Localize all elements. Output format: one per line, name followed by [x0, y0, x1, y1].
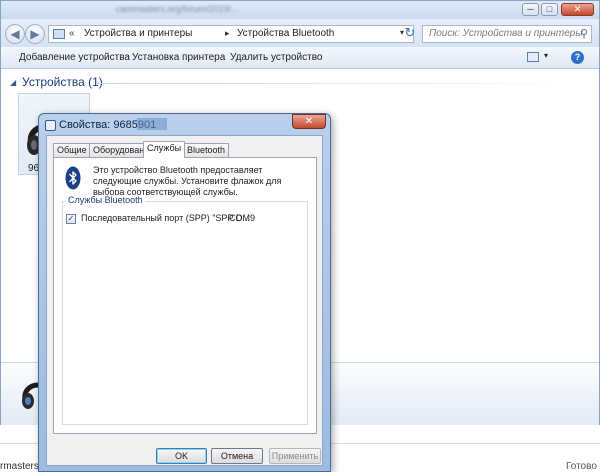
title-bar[interactable]: cammasters.org/forum/2019/... ─ □ ✕	[1, 1, 599, 19]
breadcrumb-overflow-icon[interactable]: «	[69, 28, 75, 39]
breadcrumb-bluetooth-devices[interactable]: Устройства Bluetooth	[237, 28, 334, 39]
dialog-close-button[interactable]: ✕	[292, 114, 326, 129]
devices-group-header[interactable]: Устройства (1)	[22, 75, 103, 89]
remove-device-button[interactable]: Удалить устройство	[230, 52, 322, 63]
tab-general[interactable]: Общие	[53, 143, 91, 157]
apply-button[interactable]: Применить	[269, 448, 321, 464]
add-printer-button[interactable]: Установка принтера	[132, 52, 225, 63]
services-group-label: Службы Bluetooth	[66, 195, 145, 205]
bluetooth-icon	[65, 166, 81, 190]
breadcrumb-separator-icon[interactable]: ▸	[225, 28, 230, 39]
status-text: Готово	[566, 461, 597, 472]
blurred-url: cammasters.org/forum/2019/...	[116, 4, 239, 14]
help-icon[interactable]: ?	[571, 51, 584, 64]
address-bar[interactable]: « Устройства и принтеры ▸ Устройства Blu…	[48, 25, 414, 43]
navigation-bar: ◀ ▶ « Устройства и принтеры ▸ Устройства…	[1, 19, 599, 47]
search-input[interactable]: Поиск: Устройства и принтеры ⚲	[422, 25, 592, 43]
view-dropdown-icon[interactable]: ▾	[544, 51, 548, 60]
tab-bluetooth[interactable]: Bluetooth	[183, 143, 230, 157]
close-button[interactable]: ✕	[561, 3, 594, 16]
group-collapse-icon[interactable]: ◢	[10, 78, 16, 87]
view-options-icon[interactable]	[527, 52, 539, 62]
search-placeholder: Поиск: Устройства и принтеры	[429, 28, 583, 39]
breadcrumb-devices-printers[interactable]: Устройства и принтеры	[84, 28, 192, 39]
maximize-button[interactable]: □	[541, 3, 558, 16]
redacted-area	[137, 118, 167, 130]
minimize-button[interactable]: ─	[522, 3, 539, 16]
tab-services[interactable]: Службы	[143, 141, 186, 158]
search-icon[interactable]: ⚲	[580, 27, 588, 40]
services-description: Это устройство Bluetooth предоставляет с…	[93, 165, 282, 197]
properties-dialog: Свойства: 9685901 ✕ Общие Оборудование С…	[38, 113, 331, 472]
ok-button[interactable]: OK	[156, 448, 207, 464]
services-group-box	[62, 201, 308, 425]
service-name: Последовательный порт (SPP) "SPP D...	[81, 213, 250, 223]
add-device-button[interactable]: Добавление устройства	[19, 52, 130, 63]
dialog-body: Общие Оборудование Службы Bluetooth Это …	[46, 135, 323, 466]
group-divider	[97, 83, 593, 84]
service-port: COM9	[229, 213, 256, 223]
control-panel-icon	[53, 29, 65, 39]
back-button[interactable]: ◀	[5, 24, 25, 44]
services-tab-panel: Это устройство Bluetooth предоставляет с…	[53, 157, 317, 434]
service-checkbox[interactable]: ✓	[66, 214, 76, 224]
forward-button[interactable]: ▶	[25, 24, 45, 44]
refresh-icon[interactable]: ↻	[401, 25, 419, 43]
service-item[interactable]: ✓ Последовательный порт (SPP) "SPP D... …	[66, 213, 302, 226]
cancel-button[interactable]: Отмена	[211, 448, 263, 464]
bluetooth-device-icon	[45, 120, 56, 131]
command-bar: Добавление устройства Установка принтера…	[1, 47, 599, 69]
